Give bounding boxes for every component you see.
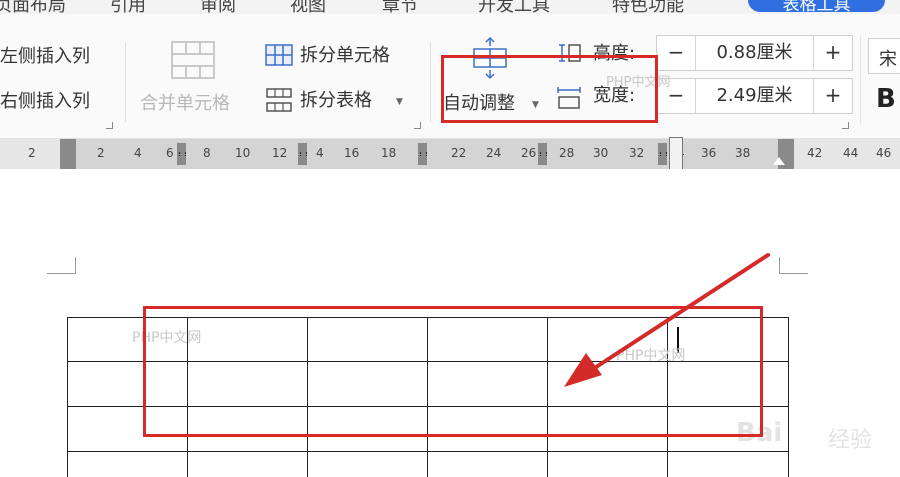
- ruler-tick-label: 2: [97, 146, 105, 160]
- group-expand-icon[interactable]: [106, 122, 113, 129]
- tab-special-features[interactable]: 特色功能: [612, 0, 684, 14]
- ruler-tick-label: 10: [235, 146, 251, 160]
- group-divider: [860, 36, 861, 124]
- row-height-increase-button[interactable]: +: [813, 36, 852, 70]
- ruler-tick-label: 12: [272, 146, 288, 160]
- font-name-select[interactable]: 宋: [868, 38, 900, 74]
- tab-table-tools-label: 表格工具: [782, 0, 851, 14]
- ruler-tick-label: 26: [521, 146, 537, 160]
- group-divider: [430, 42, 431, 122]
- insert-right-column-button[interactable]: 在右侧插入列: [0, 91, 90, 113]
- ruler-tick-label: 38: [735, 146, 751, 160]
- ruler-tick-label: 32: [629, 146, 645, 160]
- tab-page-layout[interactable]: 页面布局: [0, 0, 66, 14]
- ruler-tick-label: 8: [203, 146, 211, 160]
- ruler-tick-label: 16: [344, 146, 360, 160]
- pointer-arrow-icon: [564, 253, 770, 387]
- group-divider: [125, 42, 126, 122]
- tab-table-tools[interactable]: 表格工具: [748, 0, 885, 14]
- column-resize-handle[interactable]: [669, 137, 683, 173]
- ribbon-tab-strip: 页面布局 引用 审阅 视图 章节 开发工具 特色功能 表格工具: [0, 0, 900, 14]
- column-marker[interactable]: [538, 143, 547, 165]
- font-name-value: 宋: [879, 49, 897, 70]
- ruler-tick-label: 42: [807, 146, 823, 160]
- auto-fit-highlight: [441, 55, 658, 123]
- right-indent-marker[interactable]: [773, 157, 785, 165]
- split-cells-button[interactable]: 拆分单元格: [300, 45, 390, 67]
- insert-left-column-button[interactable]: 在左侧插入列: [0, 46, 90, 68]
- ruler-tick-label: 24: [486, 146, 502, 160]
- column-marker[interactable]: [418, 143, 427, 165]
- ruler-tick-label: 30: [593, 146, 609, 160]
- group-expand-icon[interactable]: [414, 122, 421, 129]
- column-marker[interactable]: [177, 143, 186, 165]
- merge-cells-icon: [171, 41, 215, 79]
- horizontal-ruler: 2 2 4 6 8 10 12 4 16 18 22 24 26 28 30 3…: [0, 137, 900, 173]
- ruler-tick-label: 28: [559, 146, 575, 160]
- tab-review[interactable]: 审阅: [200, 0, 236, 14]
- column-marker[interactable]: [658, 143, 667, 165]
- ruler-tick-label: 4: [134, 146, 142, 160]
- corner-mark: [47, 257, 76, 274]
- tab-developer[interactable]: 开发工具: [478, 0, 550, 14]
- tab-view[interactable]: 视图: [290, 0, 326, 14]
- column-width-stepper: − 2.49厘米 +: [656, 78, 853, 114]
- ruler-tick-label: 44: [843, 146, 859, 160]
- row-height-decrease-button[interactable]: −: [657, 36, 696, 70]
- column-marker[interactable]: [298, 143, 307, 165]
- table-column-line: [67, 317, 68, 477]
- column-width-input[interactable]: 2.49厘米: [696, 79, 813, 113]
- table-column-line: [788, 317, 789, 477]
- row-height-input[interactable]: 0.88厘米: [696, 36, 813, 70]
- merge-cells-label: 合并单元格: [140, 93, 230, 114]
- split-table-icon: [266, 88, 292, 112]
- group-expand-icon[interactable]: [842, 122, 849, 129]
- split-table-dropdown-icon[interactable]: ▼: [396, 97, 403, 107]
- tab-section[interactable]: 章节: [382, 0, 418, 14]
- ruler-tick-label: 2: [28, 146, 36, 160]
- corner-mark: [779, 257, 808, 274]
- ruler-tick-label: 18: [381, 146, 397, 160]
- split-cells-icon: [265, 44, 293, 66]
- bold-button[interactable]: B: [876, 84, 896, 114]
- row-height-stepper: − 0.88厘米 +: [656, 35, 853, 71]
- table-row-line: [67, 451, 789, 452]
- ruler-tick-label: 36: [701, 146, 717, 160]
- table-tools-ribbon: 在左侧插入列 在右侧插入列 合并单元格 拆分单元格 拆分表格 ▼: [0, 14, 900, 139]
- brand-watermark-suffix: 经验: [828, 428, 873, 453]
- ruler-tick-label: 22: [451, 146, 467, 160]
- ruler-tick-label: 46: [876, 146, 892, 160]
- tab-references[interactable]: 引用: [110, 0, 146, 14]
- split-table-button[interactable]: 拆分表格: [300, 90, 372, 112]
- ruler-left-margin: [60, 139, 76, 169]
- ruler-tick-label: 6: [166, 146, 174, 160]
- ruler-tick-label: 4: [316, 146, 324, 160]
- column-width-increase-button[interactable]: +: [813, 79, 852, 113]
